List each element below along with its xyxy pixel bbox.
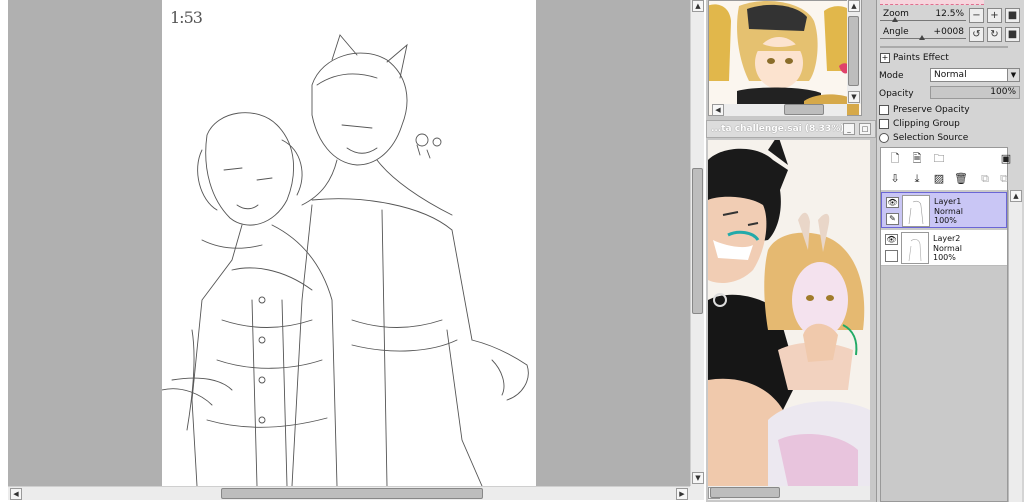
reference-window-title-bar[interactable]: ...ta challenge.sai (8.33%) _ □	[706, 120, 876, 138]
ref-bottom-hscroll-thumb[interactable]	[710, 487, 780, 498]
eye-icon[interactable]: 👁	[886, 197, 899, 208]
canvas-horizontal-scrollbar[interactable]: ◀ ▶	[8, 486, 690, 500]
merge-down-icon[interactable]: ⤓	[910, 172, 924, 186]
new-layer-icon[interactable]: 🗋	[888, 152, 902, 166]
selection-source-radio[interactable]	[879, 133, 889, 143]
clipping-group-label: Clipping Group	[893, 119, 960, 129]
ref-top-vscroll-thumb[interactable]	[848, 16, 859, 86]
scroll-left-button[interactable]: ◀	[10, 488, 22, 500]
layer1-mode: Normal	[934, 207, 963, 216]
scroll-right-button[interactable]: ▶	[676, 488, 688, 500]
panel-divider	[880, 46, 1008, 48]
minus-icon[interactable]: −	[969, 8, 984, 23]
brush-icon[interactable]: ✎	[886, 213, 899, 225]
opacity-slider[interactable]: 100%	[930, 86, 1020, 99]
ref-top-scroll-down[interactable]: ▼	[848, 91, 860, 103]
selection-source-label: Selection Source	[893, 133, 969, 143]
link-icon[interactable]: ⧉	[978, 172, 992, 186]
trash-icon[interactable]: 🗑	[954, 172, 968, 186]
reference-image-bottom	[708, 140, 870, 486]
ref-top-scroll-left[interactable]: ◀	[712, 104, 724, 116]
opacity-value: 100%	[990, 87, 1016, 97]
angle-slider-handle[interactable]	[919, 35, 925, 40]
reference-window-bottom[interactable]	[708, 140, 870, 486]
layer2-lock-box[interactable]	[885, 250, 898, 262]
sketch-drawing	[162, 34, 529, 486]
layer-toolbar: 🗋 🗎 🗀 ▣ ⇩ ⤓ ▨ 🗑 ⧉ ⧉	[881, 148, 1011, 190]
zoom-reset-icon[interactable]: ■	[1005, 8, 1020, 23]
zoom-slider-handle[interactable]	[892, 17, 898, 22]
layer1-thumbnail	[902, 195, 930, 227]
preserve-opacity-label: Preserve Opacity	[893, 105, 970, 115]
ref-top-scroll-up[interactable]: ▲	[848, 0, 860, 12]
clipping-group-checkbox[interactable]	[879, 119, 889, 129]
mode-label: Mode	[879, 71, 904, 81]
close-button[interactable]: □	[859, 123, 871, 135]
reference-window-title: ...ta challenge.sai (8.33%)	[711, 124, 845, 134]
canvas-vertical-scrollbar[interactable]: ▲ ▼	[690, 0, 704, 486]
color-strip	[880, 0, 984, 5]
minimize-button[interactable]: _	[843, 123, 855, 135]
layer2-thumbnail	[901, 232, 929, 264]
layer-row-layer2[interactable]: 👁 Layer2 Normal 100%	[881, 230, 1007, 266]
canvas-vscroll-thumb[interactable]	[692, 168, 703, 314]
scroll-down-button[interactable]: ▼	[692, 472, 704, 484]
rotate-reset-icon[interactable]: ■	[1005, 27, 1020, 42]
layer-row-layer1[interactable]: 👁 ✎ Layer1 Normal 100%	[881, 192, 1007, 228]
opacity-label: Opacity	[879, 89, 914, 99]
plus-icon[interactable]: +	[987, 8, 1002, 23]
layer2-mode: Normal	[933, 244, 962, 253]
layer1-opacity: 100%	[934, 216, 957, 225]
reference-bottom-hscrollbar[interactable]: ◀	[708, 486, 870, 500]
layer2-name: Layer2	[933, 234, 961, 243]
drawing-canvas[interactable]: 1:53	[162, 0, 536, 486]
scroll-up-button[interactable]: ▲	[692, 0, 704, 12]
layers-scroll-up[interactable]: ▲	[1010, 190, 1022, 202]
canvas-hscroll-thumb[interactable]	[221, 488, 483, 499]
chevron-down-icon[interactable]: ▼	[1007, 69, 1019, 81]
angle-label: Angle	[883, 27, 909, 37]
layer1-name: Layer1	[934, 197, 962, 206]
clear-layer-icon[interactable]: ▨	[932, 172, 946, 186]
merge-visible-icon[interactable]: ⧉	[997, 172, 1011, 186]
zoom-value[interactable]: 12.5%	[928, 9, 964, 19]
transfer-down-icon[interactable]: ⇩	[888, 172, 902, 186]
blend-mode-value: Normal	[934, 70, 967, 80]
folder-icon[interactable]: 🗀	[932, 152, 946, 166]
rotate-right-icon[interactable]: ↻	[987, 27, 1002, 42]
blend-mode-dropdown[interactable]: Normal ▼	[930, 68, 1020, 82]
angle-value[interactable]: +0008	[928, 27, 964, 37]
reference-window-top[interactable]	[708, 0, 862, 116]
reference-top-vscrollbar[interactable]: ▲ ▼	[847, 0, 861, 104]
paints-effect-expand-icon[interactable]: +	[880, 53, 890, 63]
ref-top-hscroll-thumb[interactable]	[784, 104, 824, 115]
reference-image-top	[709, 1, 861, 115]
preserve-opacity-checkbox[interactable]	[879, 105, 889, 115]
reference-top-hscrollbar[interactable]: ◀	[712, 104, 847, 116]
eye-icon[interactable]: 👁	[885, 234, 898, 245]
left-edge	[0, 0, 8, 502]
layer2-opacity: 100%	[933, 253, 956, 262]
scroll-corner	[690, 486, 704, 500]
paints-effect-label[interactable]: Paints Effect	[893, 53, 949, 63]
new-linework-layer-icon[interactable]: 🗎	[910, 152, 924, 166]
rotate-left-icon[interactable]: ↺	[969, 27, 984, 42]
layers-vertical-scrollbar[interactable]: ▲	[1008, 190, 1022, 502]
mask-icon[interactable]: ▣	[999, 152, 1013, 166]
